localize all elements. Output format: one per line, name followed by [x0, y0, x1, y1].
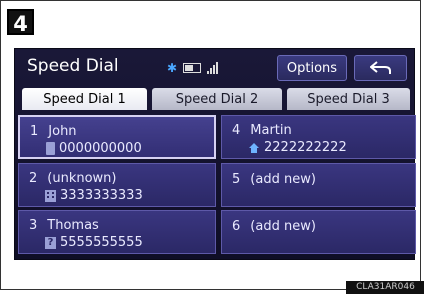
home-icon: [249, 142, 259, 153]
contact-name: Thomas: [47, 218, 99, 233]
slot-number: 2: [29, 171, 38, 186]
contact-phone: 3333333333: [60, 188, 143, 203]
office-icon: [45, 189, 56, 202]
bluetooth-icon: ✱: [167, 61, 178, 75]
slot-number: 1: [30, 124, 39, 139]
speed-dial-slot-4[interactable]: 4 Martin 2222222222: [221, 115, 416, 159]
contact-name: (unknown): [47, 171, 117, 186]
slot-number: 5: [232, 172, 241, 187]
slot-number: 6: [232, 219, 241, 234]
options-button[interactable]: Options: [277, 55, 347, 81]
add-new-label: (add new): [250, 172, 316, 187]
slot-number: 4: [232, 123, 241, 138]
signal-strength-icon: [207, 62, 219, 74]
tab-speed-dial-3[interactable]: Speed Dial 3: [287, 88, 410, 110]
speed-dial-slot-2[interactable]: 2 (unknown) 3333333333: [18, 163, 216, 207]
screen-title: Speed Dial: [27, 56, 119, 76]
speed-dial-slot-5[interactable]: 5 (add new): [221, 163, 416, 207]
battery-icon: [183, 63, 202, 73]
contact-name: John: [48, 124, 77, 139]
back-button[interactable]: [354, 55, 407, 81]
contact-phone: 0000000000: [59, 141, 142, 156]
speed-dial-slot-3[interactable]: 3 Thomas ? 5555555555: [18, 210, 216, 254]
status-area: ✱: [167, 58, 219, 78]
tab-speed-dial-2[interactable]: Speed Dial 2: [152, 88, 282, 110]
contact-phone: 5555555555: [60, 235, 143, 250]
figure-frame: 4 Speed Dial ✱ Options Speed Dial 1 Spee…: [0, 0, 424, 294]
step-number-badge: 4: [7, 9, 34, 36]
speed-dial-slot-6[interactable]: 6 (add new): [221, 210, 416, 254]
contact-phone: 2222222222: [264, 140, 347, 155]
back-arrow-icon: [369, 61, 391, 74]
speed-dial-slot-1[interactable]: 1 John 0000000000: [18, 115, 216, 159]
other-phone-icon: ?: [45, 236, 56, 249]
mobile-phone-icon: [46, 142, 55, 155]
contact-name: Martin: [250, 123, 292, 138]
tab-speed-dial-1[interactable]: Speed Dial 1: [22, 88, 147, 110]
figure-reference-code: CLA31AR046: [346, 281, 424, 294]
add-new-label: (add new): [250, 219, 316, 234]
speed-dial-screen: Speed Dial ✱ Options Speed Dial 1 Speed …: [14, 48, 416, 260]
slot-number: 3: [29, 218, 38, 233]
